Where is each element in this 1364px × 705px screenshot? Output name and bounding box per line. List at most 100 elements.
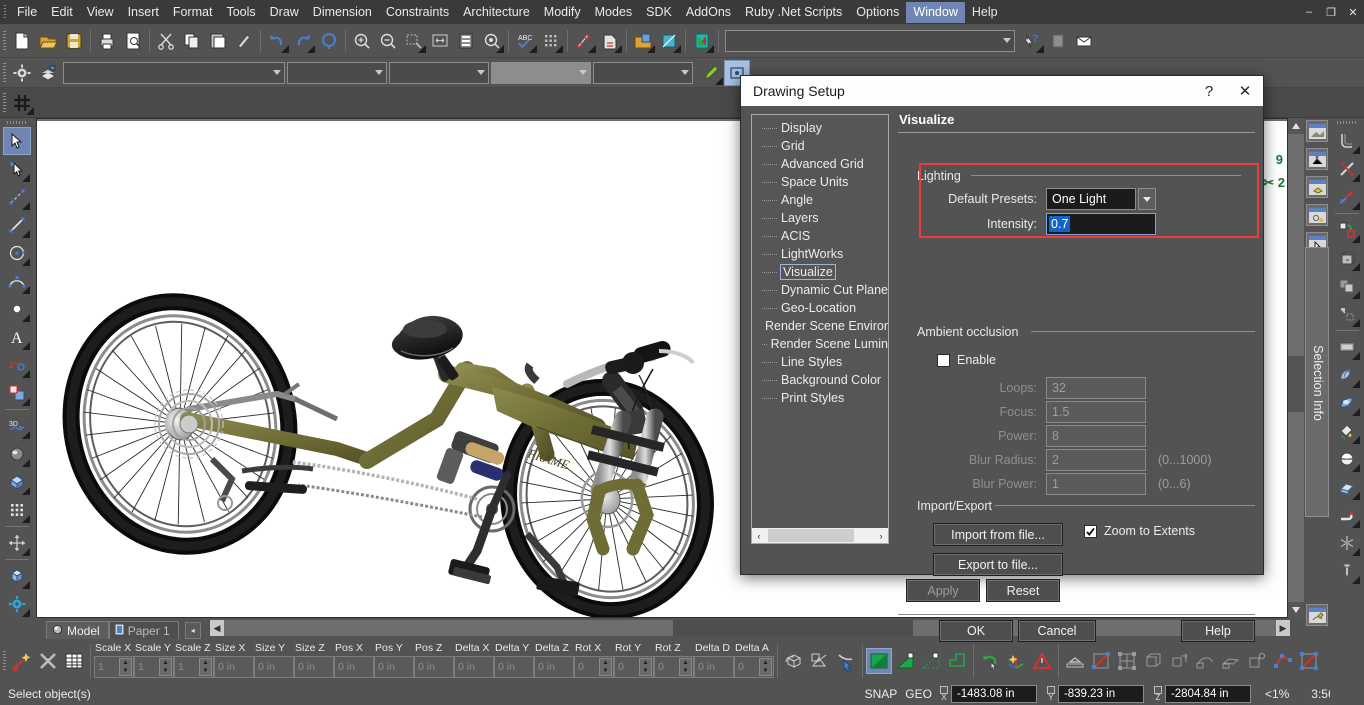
intensity-input[interactable]: 0.7 — [1046, 213, 1156, 235]
format-painter-icon[interactable] — [231, 28, 257, 54]
warning-icon[interactable] — [1029, 648, 1055, 674]
boolean-union-icon[interactable] — [1333, 272, 1361, 300]
lineweight-combo[interactable] — [389, 61, 489, 84]
magic-wand-icon[interactable] — [9, 648, 35, 674]
mesh-smooth-icon[interactable] — [1333, 473, 1361, 501]
property-input[interactable]: 0 in — [414, 656, 454, 678]
chevron-down-icon[interactable] — [477, 70, 485, 75]
property-input[interactable]: 0 ▲ ▼ — [734, 656, 774, 678]
solid-tool-icon[interactable] — [3, 468, 31, 496]
property-input[interactable]: 1 ▲ ▼ — [174, 656, 214, 678]
property-input[interactable]: 1 ▲ ▼ — [94, 656, 134, 678]
settings-panel-icon[interactable] — [1306, 204, 1328, 226]
tree-item-acis[interactable]: ACIS — [752, 227, 888, 245]
line-tool-icon[interactable] — [3, 211, 31, 239]
chevron-down-icon[interactable] — [1003, 38, 1011, 43]
tree-item-dynamic-cut-plane[interactable]: Dynamic Cut Plane — [752, 281, 888, 299]
cut-icon[interactable] — [153, 28, 179, 54]
spinner-up-icon[interactable]: ▲ — [120, 659, 131, 667]
vertical-scroll-thumb[interactable] — [1288, 356, 1304, 412]
tree-horizontal-scrollbar[interactable]: ‹ › — [752, 528, 888, 543]
shell-icon[interactable] — [1244, 648, 1270, 674]
new-file-icon[interactable] — [9, 28, 35, 54]
fillet-icon[interactable] — [1333, 127, 1361, 155]
dialog-close-icon[interactable]: ✕ — [1227, 76, 1263, 106]
tree-item-space-units[interactable]: Space Units — [752, 173, 888, 191]
pen-tool-icon[interactable] — [698, 60, 724, 86]
tab-model[interactable]: Model — [46, 621, 109, 639]
import-from-file-button[interactable]: Import from file... — [933, 523, 1063, 546]
print-preview-icon[interactable] — [120, 28, 146, 54]
spinner-stepper[interactable]: ▲ ▼ — [759, 658, 772, 676]
tool-settings-gear-icon[interactable] — [3, 590, 31, 618]
rotate-3d-icon[interactable] — [781, 648, 807, 674]
paint-panel-icon[interactable] — [1306, 604, 1328, 626]
render-region-icon[interactable] — [944, 648, 970, 674]
canvas-horizontal-scrollbar[interactable]: ◀ ▶ — [210, 620, 1290, 636]
loft-icon[interactable] — [1192, 648, 1218, 674]
spinner-down-icon[interactable]: ▼ — [600, 667, 611, 675]
menu-item-view[interactable]: View — [80, 2, 121, 23]
menu-item-file[interactable]: File — [10, 2, 44, 23]
menu-item-addons[interactable]: AddOns — [679, 2, 738, 23]
tree-item-visualize[interactable]: Visualize — [752, 263, 888, 281]
tree-item-print-styles[interactable]: Print Styles — [752, 389, 888, 407]
property-input[interactable]: 0 ▲ ▼ — [614, 656, 654, 678]
property-input[interactable]: 0 ▲ ▼ — [654, 656, 694, 678]
property-input[interactable]: 0 in — [254, 656, 294, 678]
properties-bar-grip[interactable] — [0, 646, 9, 676]
spinner-stepper[interactable]: ▲ ▼ — [199, 658, 212, 676]
select-node-tool-icon[interactable] — [3, 155, 31, 183]
property-input[interactable]: 0 in — [334, 656, 374, 678]
coordinate-axis-toggle[interactable]: Z — [1153, 685, 1162, 702]
spinner-up-icon[interactable]: ▲ — [200, 659, 211, 667]
ao-power-input[interactable]: 8 — [1046, 425, 1146, 447]
tab-scroll-prev-button[interactable]: ◂ — [184, 622, 201, 639]
property-input[interactable]: 0 in — [694, 656, 734, 678]
polyline-edit-icon[interactable] — [1270, 648, 1296, 674]
close-icon[interactable]: ✕ — [1342, 0, 1364, 24]
selection-info-panel-tab[interactable]: Selection Info — [1305, 247, 1329, 517]
rotate-objects-icon[interactable] — [1296, 648, 1322, 674]
modify-toolbar-grip[interactable] — [1335, 118, 1359, 127]
property-input[interactable]: 0 in — [534, 656, 574, 678]
linestyle-combo[interactable] — [287, 61, 387, 84]
property-input[interactable]: 0 in — [454, 656, 494, 678]
snap-cursor-icon[interactable] — [833, 648, 859, 674]
circle-tool-icon[interactable] — [3, 239, 31, 267]
spinner-stepper[interactable]: ▲ ▼ — [639, 658, 652, 676]
property-input[interactable]: 0 ▲ ▼ — [574, 656, 614, 678]
spell-check-icon[interactable]: ABC — [512, 28, 538, 54]
trim-tool-icon[interactable] — [1333, 155, 1361, 183]
sweep-icon[interactable] — [1218, 648, 1244, 674]
polyline-3d-tool-icon[interactable]: 3D — [3, 412, 31, 440]
scroll-up-arrow-icon[interactable] — [1288, 118, 1304, 134]
render-icon[interactable] — [656, 28, 682, 54]
chevron-down-icon[interactable] — [375, 70, 383, 75]
text-tool-icon[interactable]: A — [3, 323, 31, 351]
tree-scroll-left-icon[interactable]: ‹ — [752, 528, 766, 543]
render-shaded-icon[interactable] — [866, 648, 892, 674]
spinner-down-icon[interactable]: ▼ — [760, 667, 771, 675]
dimension-tool-icon[interactable] — [3, 351, 31, 379]
draw-toolbar-grip[interactable] — [5, 118, 29, 127]
extend-tool-icon[interactable] — [1333, 183, 1361, 211]
scroll-right-arrow-icon[interactable]: ▶ — [1276, 620, 1290, 636]
settings-gear-icon[interactable] — [9, 60, 35, 86]
mesh-tool-icon[interactable] — [3, 496, 31, 524]
context-help-icon[interactable]: ? — [1019, 28, 1045, 54]
tree-item-advanced-grid[interactable]: Advanced Grid — [752, 155, 888, 173]
explode-icon[interactable] — [1333, 300, 1361, 328]
cancel-button[interactable]: Cancel — [1018, 620, 1096, 642]
zoom-in-icon[interactable] — [349, 28, 375, 54]
zoom-page-icon[interactable] — [453, 28, 479, 54]
redraw-icon[interactable] — [316, 28, 342, 54]
reset-button[interactable]: Reset — [986, 579, 1060, 602]
render-hidden-line-icon[interactable] — [918, 648, 944, 674]
menu-item-sdk[interactable]: SDK — [639, 2, 679, 23]
chevron-down-icon[interactable] — [579, 70, 587, 75]
material-palette-icon[interactable] — [689, 28, 715, 54]
section-cut-icon[interactable] — [807, 648, 833, 674]
chevron-down-icon[interactable] — [273, 70, 281, 75]
spinner-stepper[interactable]: ▲ ▼ — [119, 658, 132, 676]
